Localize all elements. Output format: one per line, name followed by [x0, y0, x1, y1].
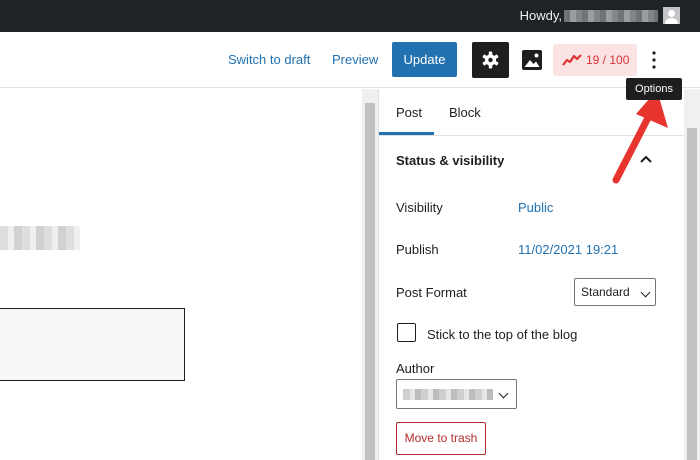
content-block[interactable] — [0, 308, 185, 381]
sticky-label[interactable]: Stick to the top of the blog — [427, 327, 577, 342]
chevron-down-icon — [498, 388, 509, 399]
author-label: Author — [396, 361, 435, 376]
settings-button[interactable] — [472, 42, 509, 78]
chevron-down-icon — [640, 287, 651, 298]
post-format-select[interactable]: Standard — [574, 278, 656, 306]
author-select[interactable] — [396, 379, 517, 409]
sticky-checkbox[interactable] — [397, 323, 416, 342]
media-button[interactable] — [515, 42, 549, 78]
canvas-scrollbar-thumb[interactable] — [365, 103, 375, 460]
publish-label: Publish — [396, 242, 439, 257]
visibility-value[interactable]: Public — [518, 200, 553, 215]
editor-canvas[interactable] — [0, 89, 362, 460]
score-graph-icon — [562, 54, 582, 66]
preview-button[interactable]: Preview — [332, 52, 378, 67]
editor-header: Switch to draft Preview Update 19 / 100 — [0, 32, 700, 88]
author-redacted — [403, 389, 493, 400]
admin-bar: Howdy, — [0, 0, 700, 32]
options-button[interactable] — [645, 47, 663, 73]
image-icon — [522, 50, 542, 70]
active-tab-indicator — [379, 132, 434, 135]
username-redacted[interactable] — [564, 10, 658, 22]
publish-date-value[interactable]: 11/02/2021 19:21 — [518, 242, 618, 257]
sidebar-scrollbar-thumb[interactable] — [687, 128, 697, 460]
gear-icon — [482, 51, 499, 69]
switch-to-draft-button[interactable]: Switch to draft — [228, 52, 310, 67]
tab-post[interactable]: Post — [396, 105, 422, 120]
annotation-arrow — [612, 90, 668, 184]
seo-score-label: 19 / 100 — [586, 53, 630, 67]
visibility-label: Visibility — [396, 200, 443, 215]
post-format-label: Post Format — [396, 285, 467, 300]
move-to-trash-button[interactable]: Move to trash — [396, 422, 486, 455]
howdy-greeting[interactable]: Howdy, — [520, 8, 562, 23]
tab-block[interactable]: Block — [449, 105, 481, 120]
vertical-ellipsis-icon — [652, 51, 656, 69]
panel-title[interactable]: Status & visibility — [396, 153, 504, 168]
seo-score-button[interactable]: 19 / 100 — [553, 44, 637, 76]
update-button[interactable]: Update — [392, 42, 457, 77]
post-format-value: Standard — [581, 285, 630, 299]
options-tooltip: Options — [626, 78, 682, 100]
avatar-icon[interactable] — [663, 7, 680, 24]
redacted-title — [0, 226, 80, 250]
